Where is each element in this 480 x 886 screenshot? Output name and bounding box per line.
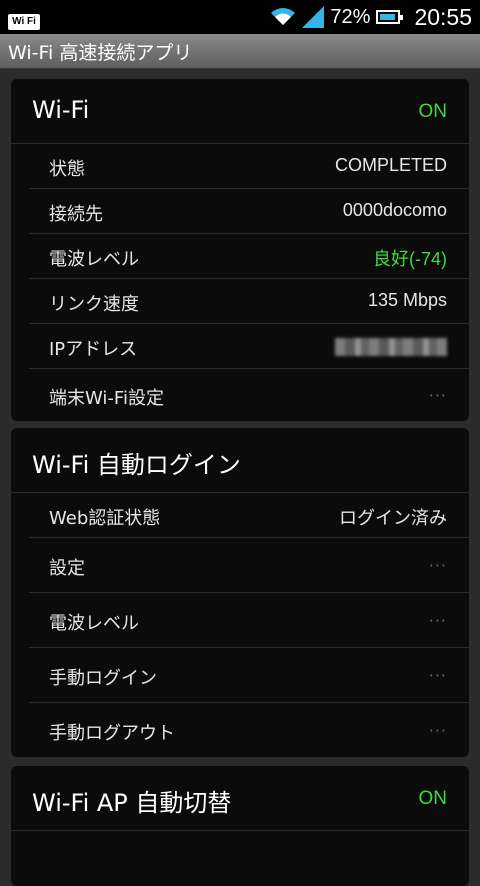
more-icon: ··· — [428, 611, 447, 630]
row-value: 良好(-74) — [372, 249, 447, 269]
row-label: 状態 — [49, 159, 85, 180]
wifi-badge-label: Wi Fi — [8, 14, 40, 30]
row-value: COMPLETED — [334, 155, 447, 175]
auto-login-row-settings[interactable]: 設定 ··· — [29, 538, 469, 593]
ip-address-redacted — [335, 338, 447, 356]
wifi-card: Wi-Fi ON 状態 COMPLETED 接続先 0000docomo 電波レ… — [11, 79, 469, 421]
cellular-signal-icon — [302, 6, 325, 28]
app-title: Wi-Fi 高速接続アプリ — [8, 42, 193, 64]
ap-switch-toggle[interactable]: ON — [419, 788, 448, 810]
ap-switch-card: Wi-Fi AP 自動切替 ON — [11, 766, 469, 886]
row-label: 設定 — [49, 558, 85, 579]
ap-switch-card-header[interactable]: Wi-Fi AP 自動切替 ON — [11, 766, 469, 831]
wifi-row-connected-to: 接続先 0000docomo — [29, 189, 469, 234]
wifi-row-link-speed: リンク速度 135 Mbps — [29, 279, 469, 324]
status-bar: Wi Fi 72% 20:55 — [0, 0, 480, 34]
wifi-row-ip-address: IPアドレス — [29, 324, 469, 369]
row-label: リンク速度 — [49, 294, 139, 315]
more-icon: ··· — [428, 556, 447, 575]
row-label: 電波レベル — [49, 613, 139, 634]
more-icon: ··· — [428, 386, 447, 405]
battery-percent: 72% — [330, 5, 371, 28]
ap-switch-card-title: Wi-Fi AP 自動切替 — [32, 789, 232, 817]
wifi-row-status: 状態 COMPLETED — [29, 144, 469, 189]
wifi-app-notification-icon: Wi Fi — [8, 9, 40, 30]
auto-login-card-header: Wi-Fi 自動ログイン — [11, 428, 469, 493]
wifi-row-signal-level: 電波レベル 良好(-74) — [29, 234, 469, 279]
clock: 20:55 — [414, 3, 472, 30]
row-label: 電波レベル — [49, 249, 139, 270]
wifi-signal-icon — [271, 8, 296, 25]
more-icon: ··· — [428, 721, 447, 740]
auto-login-row-manual-logout[interactable]: 手動ログアウト ··· — [29, 703, 469, 757]
row-label: IPアドレス — [49, 339, 138, 360]
status-icons: 72% 20:55 — [270, 0, 472, 34]
battery-icon — [376, 10, 404, 24]
wifi-card-title: Wi-Fi — [32, 96, 90, 124]
row-label: 接続先 — [49, 204, 103, 225]
auto-login-row-signal-level[interactable]: 電波レベル ··· — [29, 593, 469, 648]
more-icon: ··· — [428, 666, 447, 685]
row-value: ログイン済み — [339, 508, 447, 528]
wifi-toggle[interactable]: ON — [419, 101, 448, 123]
auto-login-card-title: Wi-Fi 自動ログイン — [32, 451, 241, 479]
app-title-bar: Wi-Fi 高速接続アプリ — [0, 34, 480, 69]
row-label: 端末Wi-Fi設定 — [49, 388, 164, 409]
auto-login-row-manual-login[interactable]: 手動ログイン ··· — [29, 648, 469, 703]
wifi-card-header[interactable]: Wi-Fi ON — [11, 79, 469, 144]
auto-login-card: Wi-Fi 自動ログイン Web認証状態 ログイン済み 設定 ··· 電波レベル… — [11, 428, 469, 757]
row-value: 135 Mbps — [367, 290, 447, 310]
auto-login-row-web-auth: Web認証状態 ログイン済み — [29, 493, 469, 538]
wifi-row-device-settings[interactable]: 端末Wi-Fi設定 ··· — [29, 369, 469, 421]
row-label: 手動ログイン — [49, 668, 157, 689]
row-label: Web認証状態 — [49, 508, 161, 529]
row-label: 手動ログアウト — [49, 723, 175, 744]
row-value: 0000docomo — [342, 200, 447, 220]
